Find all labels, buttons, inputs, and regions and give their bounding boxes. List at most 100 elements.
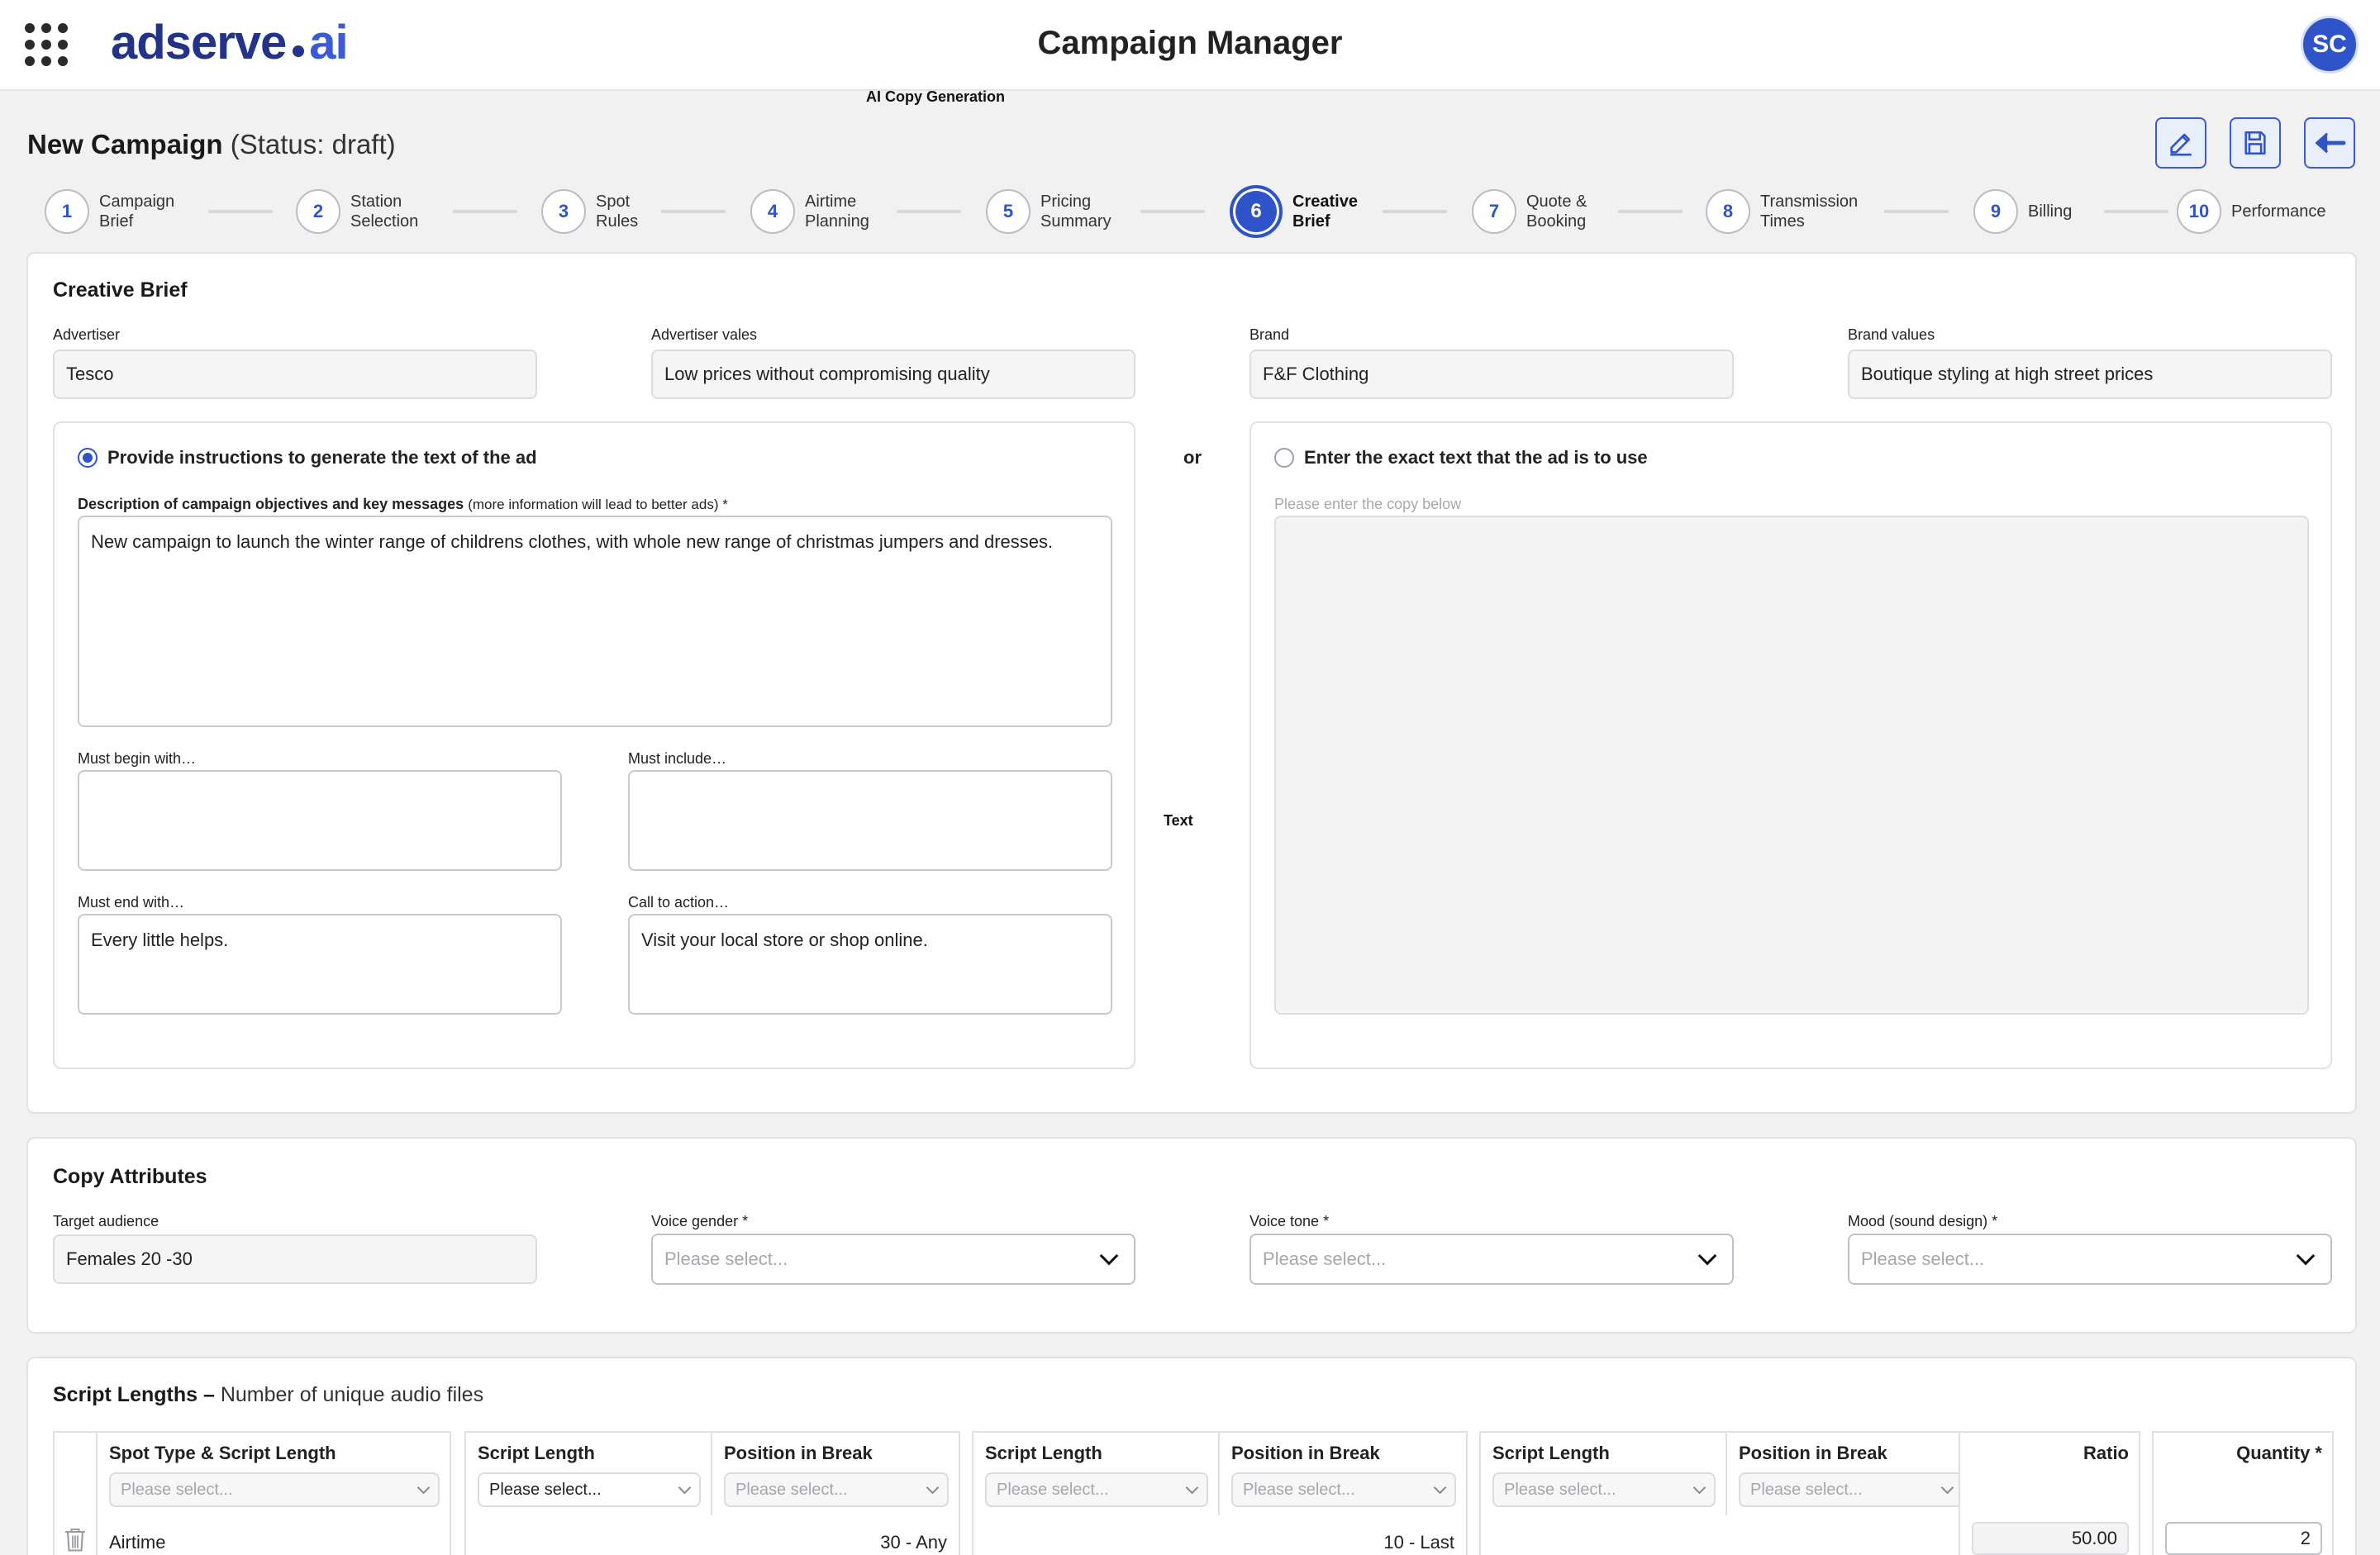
script-length-select-2[interactable]: Please select... (985, 1472, 1208, 1507)
spot-type-column: Spot Type & Script Length Please select.… (96, 1431, 451, 1555)
step-number: 8 (1706, 189, 1750, 234)
advertiser-values-field[interactable]: Low prices without compromising quality (651, 350, 1135, 399)
instructions-panel: Provide instructions to generate the tex… (53, 421, 1135, 1069)
or-separator: or (1183, 447, 1202, 468)
must-include-label: Must include… (628, 750, 727, 767)
step-5[interactable]: 5 Pricing Summary (986, 187, 1111, 236)
step-9[interactable]: 9 Billing (1973, 187, 2072, 236)
position-header: Position in Break (1231, 1443, 1380, 1463)
target-audience-field[interactable]: Females 20 -30 (53, 1234, 537, 1284)
script-length-header: Script Length (478, 1443, 595, 1463)
back-button[interactable] (2304, 117, 2355, 169)
step-1[interactable]: 1 Campaign Brief (45, 187, 174, 236)
mood-select[interactable]: Please select... (1848, 1234, 2332, 1285)
chevron-down-icon (1697, 1246, 1717, 1266)
must-include-textarea[interactable] (628, 770, 1112, 871)
step-connector (661, 210, 726, 213)
step-4[interactable]: 4 Airtime Planning (750, 187, 869, 236)
step-label: Campaign Brief (99, 193, 175, 231)
brand-label: Brand (1250, 326, 1290, 343)
pencil-icon (2170, 133, 2192, 156)
description-hint: (more information will lead to better ad… (468, 497, 728, 512)
column-divider (1218, 1433, 1220, 1515)
step-connector (1618, 210, 1683, 213)
voice-gender-select[interactable]: Please select... (651, 1234, 1135, 1285)
select-placeholder: Please select... (1750, 1480, 1863, 1499)
step-7[interactable]: 7 Quote & Booking (1472, 187, 1587, 236)
app-title: Campaign Manager (1037, 25, 1343, 61)
chevron-down-icon (1940, 1481, 1954, 1495)
script-length-select-1[interactable]: Please select... (478, 1472, 701, 1507)
advertiser-label: Advertiser (53, 326, 121, 343)
spot-type-filter-select[interactable]: Please select... (109, 1472, 440, 1507)
must-end-label: Must end with… (78, 894, 185, 911)
step-label: Station Selection (350, 193, 419, 231)
chevron-down-icon (1692, 1481, 1706, 1495)
step-number: 5 (986, 189, 1031, 234)
description-label-text: Description of campaign objectives and k… (78, 496, 464, 512)
edit-button[interactable] (2155, 117, 2206, 169)
brand-field[interactable]: F&F Clothing (1250, 350, 1734, 399)
exact-text-radio[interactable] (1274, 448, 1294, 468)
column-divider (711, 1433, 712, 1515)
step-connector (453, 210, 517, 213)
select-placeholder: Please select... (1504, 1480, 1616, 1499)
script-group-2: Script Length Position in Break Please s… (972, 1431, 1468, 1555)
trash-icon[interactable] (63, 1525, 88, 1553)
step-label: Quote & Booking (1526, 193, 1587, 231)
chevron-down-icon (1433, 1481, 1447, 1495)
step-8[interactable]: 8 Transmission Times (1706, 187, 1858, 236)
select-placeholder: Please select... (1263, 1248, 1387, 1269)
position-cell-1: 10 - Last (1383, 1532, 1454, 1553)
ai-copy-generation-label: AI Copy Generation (866, 88, 1006, 105)
step-label: Performance (2231, 202, 2326, 221)
brand-values-field[interactable]: Boutique styling at high street prices (1848, 350, 2332, 399)
advertiser-field[interactable]: Tesco (53, 350, 537, 399)
step-2[interactable]: 2 Station Selection (296, 187, 418, 236)
floppy-disk-icon (2244, 131, 2266, 155)
page-title: New Campaign (Status: draft) (27, 129, 396, 160)
script-lengths-subtitle: Number of unique audio files (220, 1383, 484, 1406)
copy-attributes-panel: Copy Attributes Target audience Females … (26, 1137, 2357, 1334)
exact-text-radio-label: Enter the exact text that the ad is to u… (1304, 447, 1648, 468)
save-button[interactable] (2230, 117, 2281, 169)
creative-brief-panel: Creative Brief Advertiser Tesco Advertis… (26, 252, 2357, 1114)
mood-label: Mood (sound design) * (1848, 1213, 1998, 1229)
page-title-text: New Campaign (27, 129, 223, 159)
column-divider (1726, 1433, 1727, 1515)
script-lengths-panel: Script Lengths – Number of unique audio … (26, 1357, 2357, 1555)
step-number: 7 (1472, 189, 1516, 234)
spot-type-cell: Airtime (109, 1532, 166, 1553)
step-3[interactable]: 3 Spot Rules (541, 187, 638, 236)
step-6[interactable]: 6 Creative Brief (1230, 185, 1358, 238)
user-avatar[interactable]: SC (2301, 16, 2359, 74)
select-value: Please select... (489, 1480, 602, 1499)
ratio-column: Ratio 50.00 (1959, 1431, 2140, 1555)
position-select-1[interactable]: Please select... (724, 1472, 949, 1507)
cta-textarea[interactable]: Visit your local store or shop online. (628, 914, 1112, 1015)
position-select-2[interactable]: Please select... (1231, 1472, 1456, 1507)
position-select-3[interactable]: Please select... (1739, 1472, 1963, 1507)
script-length-select-3[interactable]: Please select... (1492, 1472, 1716, 1507)
quantity-input[interactable]: 2 (2165, 1522, 2322, 1555)
position-header: Position in Break (1739, 1443, 1887, 1463)
must-end-textarea[interactable]: Every little helps. (78, 914, 562, 1015)
step-number: 2 (296, 189, 340, 234)
voice-tone-select[interactable]: Please select... (1250, 1234, 1734, 1285)
select-placeholder: Please select... (997, 1480, 1109, 1499)
instructions-radio-label: Provide instructions to generate the tex… (107, 447, 537, 468)
must-begin-label: Must begin with… (78, 750, 197, 767)
chevron-down-icon (2296, 1246, 2316, 1266)
step-connector (208, 210, 273, 213)
step-10[interactable]: 10 Performance (2177, 187, 2326, 236)
instructions-radio[interactable] (78, 448, 98, 468)
step-label: Creative Brief (1292, 193, 1358, 231)
exact-copy-textarea[interactable] (1274, 516, 2309, 1015)
must-begin-textarea[interactable] (78, 770, 562, 871)
brand-values-label: Brand values (1848, 326, 1935, 343)
exact-text-panel: Enter the exact text that the ad is to u… (1250, 421, 2332, 1069)
script-length-cell-1: 30 - Any (880, 1532, 947, 1553)
quantity-column: Quantity * 2 (2152, 1431, 2334, 1555)
description-textarea[interactable]: New campaign to launch the winter range … (78, 516, 1112, 727)
step-number: 6 (1230, 185, 1283, 238)
